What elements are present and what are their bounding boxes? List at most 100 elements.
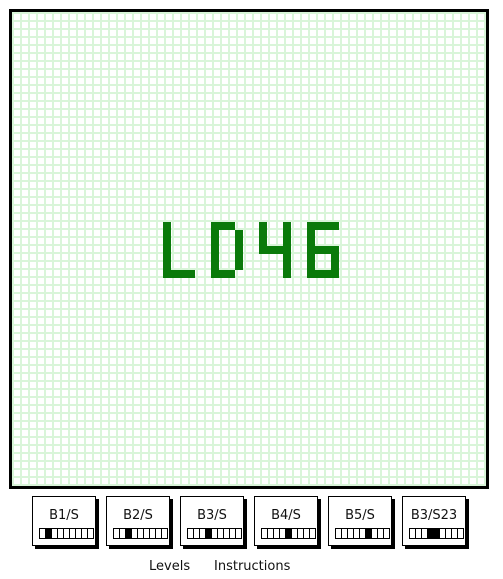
pattern-cell bbox=[149, 528, 156, 539]
rule-pattern-icon bbox=[335, 528, 390, 539]
board-cell-alive bbox=[179, 270, 187, 278]
board-cell-alive bbox=[307, 270, 315, 278]
rule-pattern-icon bbox=[261, 528, 316, 539]
rule-pattern-icon bbox=[113, 528, 168, 539]
pattern-cell bbox=[451, 528, 458, 539]
board-cell-alive bbox=[235, 246, 243, 254]
pattern-cell bbox=[291, 528, 298, 539]
board-cell-alive bbox=[163, 230, 171, 238]
pattern-cell bbox=[193, 528, 200, 539]
pattern-cell bbox=[341, 528, 348, 539]
board-cell-alive bbox=[227, 222, 235, 230]
board-cell-alive bbox=[211, 254, 219, 262]
pattern-cell bbox=[365, 528, 372, 539]
rule-button-b5[interactable]: B5/S bbox=[328, 496, 392, 546]
pattern-cell bbox=[427, 528, 434, 539]
pattern-cell bbox=[439, 528, 446, 539]
board-cell-alive bbox=[307, 230, 315, 238]
rule-button-b1[interactable]: B1/S bbox=[32, 496, 96, 546]
pattern-cell bbox=[113, 528, 120, 539]
rule-pattern-icon bbox=[187, 528, 242, 539]
board-cell-alive bbox=[307, 262, 315, 270]
board-cell-alive bbox=[331, 262, 339, 270]
levels-link[interactable]: Levels bbox=[149, 559, 190, 574]
board-cell-alive bbox=[315, 270, 323, 278]
pattern-cell bbox=[421, 528, 428, 539]
pattern-cell bbox=[261, 528, 268, 539]
pattern-cell bbox=[155, 528, 162, 539]
pattern-cell bbox=[377, 528, 384, 539]
pattern-cell bbox=[81, 528, 88, 539]
pattern-cell bbox=[303, 528, 310, 539]
rule-button-b2[interactable]: B2/S bbox=[106, 496, 170, 546]
board-cell-alive bbox=[171, 270, 179, 278]
rule-pattern-icon bbox=[409, 528, 464, 539]
board-cell-alive bbox=[283, 254, 291, 262]
board-cell-alive bbox=[219, 270, 227, 278]
board-cell-alive bbox=[227, 270, 235, 278]
rule-label: B3/S bbox=[197, 508, 227, 523]
pattern-cell bbox=[309, 528, 316, 539]
board-cell-alive bbox=[307, 222, 315, 230]
board-cell-alive bbox=[331, 270, 339, 278]
bottom-links: Levels Instructions bbox=[0, 559, 503, 577]
pattern-cell bbox=[273, 528, 280, 539]
pattern-cell bbox=[161, 528, 168, 539]
board-cell-alive bbox=[331, 246, 339, 254]
instructions-link[interactable]: Instructions bbox=[214, 559, 290, 574]
pattern-cell bbox=[335, 528, 342, 539]
pattern-cell bbox=[39, 528, 46, 539]
pattern-cell bbox=[457, 528, 464, 539]
pattern-cell bbox=[143, 528, 150, 539]
pattern-cell bbox=[445, 528, 452, 539]
pattern-cell bbox=[51, 528, 58, 539]
rule-button-b3[interactable]: B3/S bbox=[180, 496, 244, 546]
rule-button-bar: B1/S B2/S B3/S B4/S B5/S B3/S23 bbox=[32, 496, 474, 550]
rule-label: B1/S bbox=[49, 508, 79, 523]
pattern-cell bbox=[297, 528, 304, 539]
board-cell-alive bbox=[219, 222, 227, 230]
pattern-cell bbox=[119, 528, 126, 539]
board-cell-alive bbox=[283, 238, 291, 246]
pattern-cell bbox=[353, 528, 360, 539]
board-cell-alive bbox=[307, 238, 315, 246]
pattern-cell bbox=[383, 528, 390, 539]
rule-label: B3/S23 bbox=[410, 508, 458, 523]
board-cell-alive bbox=[283, 222, 291, 230]
pattern-cell bbox=[267, 528, 274, 539]
board-cell-alive bbox=[283, 230, 291, 238]
board-cell-alive bbox=[211, 270, 219, 278]
board-cell-alive bbox=[275, 246, 283, 254]
board-cell-alive bbox=[163, 270, 171, 278]
rule-button-b4[interactable]: B4/S bbox=[254, 496, 318, 546]
board-cell-alive bbox=[307, 254, 315, 262]
board-cell-alive bbox=[235, 238, 243, 246]
board-cell-alive bbox=[283, 270, 291, 278]
board-cell-alive bbox=[323, 246, 331, 254]
rule-label: B4/S bbox=[271, 508, 301, 523]
pattern-cell bbox=[137, 528, 144, 539]
board-cell-alive bbox=[235, 230, 243, 238]
game-board[interactable]: LD46 bbox=[9, 9, 489, 489]
rule-button-b3-s23[interactable]: B3/S23 bbox=[402, 496, 466, 546]
pattern-cell bbox=[187, 528, 194, 539]
board-cell-alive bbox=[187, 270, 195, 278]
pattern-cell bbox=[205, 528, 212, 539]
board-cell-alive bbox=[259, 246, 267, 254]
rule-label: B2/S bbox=[123, 508, 153, 523]
board-cell-alive bbox=[259, 230, 267, 238]
board-cell-alive bbox=[315, 222, 323, 230]
board-cell-alive bbox=[283, 262, 291, 270]
pattern-cell bbox=[223, 528, 230, 539]
board-cell-alive bbox=[323, 222, 331, 230]
pattern-cell bbox=[63, 528, 70, 539]
pattern-cell bbox=[409, 528, 416, 539]
board-cell-alive bbox=[211, 238, 219, 246]
pattern-cell bbox=[347, 528, 354, 539]
board-cell-alive bbox=[331, 222, 339, 230]
pattern-cell bbox=[125, 528, 132, 539]
pattern-cell bbox=[279, 528, 286, 539]
board-cell-alive bbox=[235, 262, 243, 270]
board-cell-alive bbox=[331, 254, 339, 262]
pattern-cell bbox=[211, 528, 218, 539]
